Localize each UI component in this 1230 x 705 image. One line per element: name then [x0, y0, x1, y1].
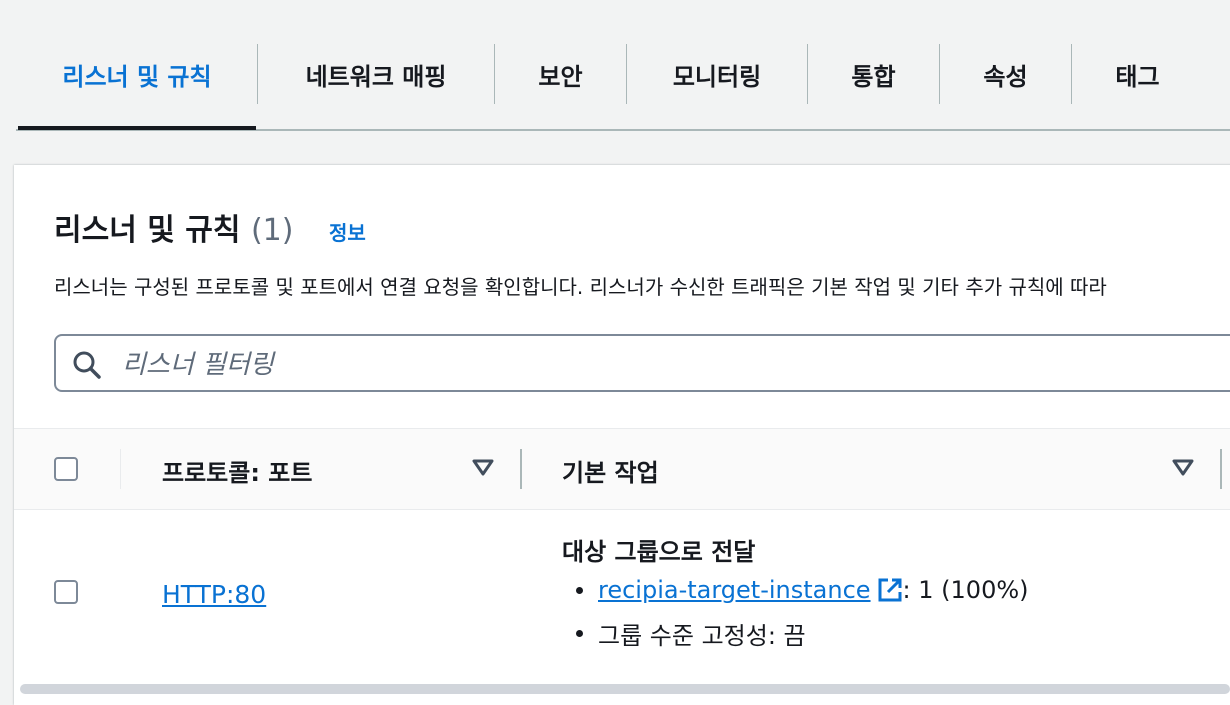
column-header-protocol-port[interactable]: 프로토콜: 포트 [162, 453, 312, 488]
listeners-panel: 리스너 및 규칙 (1) 정보 리스너는 구성된 프로토콜 및 포트에서 연결 … [14, 165, 1230, 705]
tab-security[interactable]: 보안 [495, 44, 626, 104]
select-all-checkbox[interactable] [54, 457, 78, 481]
panel-title-text: 리스너 및 규칙 [54, 213, 241, 248]
default-action-title: 대상 그룹으로 전달 [562, 538, 756, 566]
stickiness-item: 그룹 수준 고정성: 끔 [562, 616, 806, 651]
column-divider [120, 449, 121, 489]
info-link[interactable]: 정보 [329, 217, 366, 246]
bullet-dot [576, 586, 583, 594]
listener-protocol-port-link[interactable]: HTTP:80 [162, 580, 266, 609]
tab-tags[interactable]: 태그 [1072, 44, 1203, 104]
tab-attributes[interactable]: 속성 [940, 44, 1071, 104]
search-input[interactable] [120, 346, 1124, 384]
panel-description: 리스너는 구성된 프로토콜 및 포트에서 연결 요청을 확인합니다. 리스너가 … [54, 275, 1107, 299]
tab-network-mapping[interactable]: 네트워크 매핑 [258, 44, 494, 104]
listener-filter[interactable] [54, 334, 1230, 392]
table-row: HTTP:80 대상 그룹으로 전달 recipia-target-instan… [14, 508, 1230, 678]
tab-monitoring[interactable]: 모니터링 [627, 44, 807, 104]
tab-integration[interactable]: 통합 [808, 44, 939, 104]
listener-count: (1) [250, 213, 294, 248]
tab-listeners-rules[interactable]: 리스너 및 규칙 [18, 44, 256, 104]
horizontal-scrollbar[interactable] [20, 684, 1230, 694]
target-group-item: recipia-target-instance : 1 (100%) [562, 576, 1029, 604]
external-link-icon[interactable] [877, 577, 903, 603]
target-group-link[interactable]: recipia-target-instance [598, 576, 871, 604]
column-resizer[interactable] [1220, 449, 1222, 489]
table-header: 프로토콜: 포트 기본 작업 [14, 428, 1230, 510]
group-stickiness: 그룹 수준 고정성: 끔 [598, 622, 806, 650]
row-checkbox[interactable] [54, 580, 78, 604]
column-resizer[interactable] [520, 449, 522, 489]
tab-bar: 리스너 및 규칙 네트워크 매핑 보안 모니터링 통합 속성 태그 [0, 0, 1230, 132]
search-icon [73, 351, 101, 379]
column-header-default-action[interactable]: 기본 작업 [562, 453, 659, 488]
bullet-dot [576, 630, 583, 637]
panel-title: 리스너 및 규칙 (1) [54, 205, 293, 249]
target-weight: : 1 (100%) [902, 576, 1029, 604]
active-tab-indicator [18, 126, 256, 130]
